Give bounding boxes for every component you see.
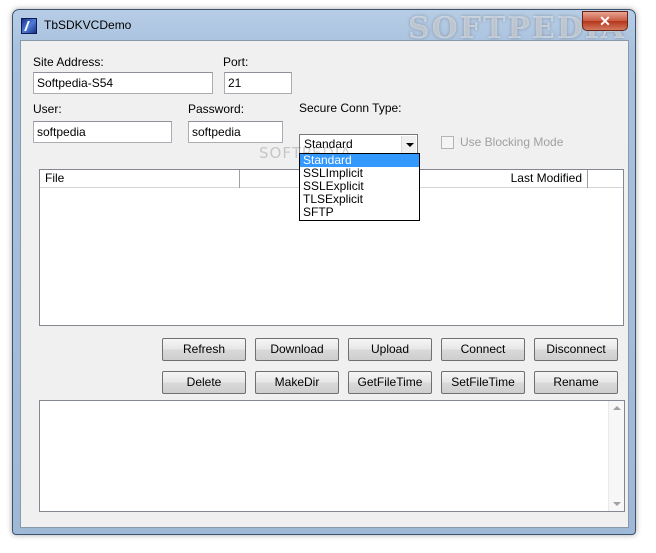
log-output[interactable]: [39, 400, 625, 512]
secure-conn-type-label: Secure Conn Type:: [299, 101, 402, 115]
site-address-input[interactable]: Softpedia-S54: [33, 72, 213, 94]
port-label: Port:: [223, 55, 249, 69]
title-bar[interactable]: TbSDKVCDemo SOFTPEDIA ✕: [13, 10, 635, 46]
checkbox-box[interactable]: [441, 135, 454, 149]
refresh-button[interactable]: Refresh: [162, 338, 246, 361]
chevron-down-icon[interactable]: [401, 136, 416, 153]
client-area: Site Address: Softpedia-S54 Port: 21 Use…: [20, 40, 629, 528]
makedir-button[interactable]: MakeDir: [255, 371, 339, 394]
user-label: User:: [33, 102, 62, 116]
upload-button[interactable]: Upload: [348, 338, 432, 361]
close-icon: ✕: [599, 13, 611, 29]
dropdown-option-sftp[interactable]: SFTP: [300, 206, 419, 219]
close-button[interactable]: ✕: [582, 11, 628, 31]
download-button[interactable]: Download: [255, 338, 339, 361]
blocking-mode-checkbox[interactable]: Use Blocking Mode: [441, 135, 563, 149]
password-input[interactable]: softpedia: [188, 121, 283, 143]
secure-conn-type-select[interactable]: Standard: [299, 134, 418, 155]
disconnect-button[interactable]: Disconnect: [534, 338, 618, 361]
window-title: TbSDKVCDemo: [44, 18, 132, 32]
password-label: Password:: [188, 102, 245, 116]
app-icon: [21, 18, 37, 34]
vertical-scrollbar[interactable]: [608, 401, 624, 511]
setfiletime-button[interactable]: SetFileTime: [441, 371, 525, 394]
blocking-mode-label: Use Blocking Mode: [460, 135, 564, 149]
port-input[interactable]: 21: [224, 72, 292, 94]
secure-conn-type-dropdown: Standard SSLImplicit SSLExplicit TLSExpl…: [299, 153, 420, 221]
rename-button[interactable]: Rename: [534, 371, 618, 394]
column-header-file[interactable]: File: [40, 170, 240, 188]
secure-conn-type-value: Standard: [304, 137, 353, 151]
delete-button[interactable]: Delete: [162, 371, 246, 394]
user-input[interactable]: softpedia: [33, 121, 172, 143]
scroll-up-icon[interactable]: [613, 406, 621, 410]
column-header-extra[interactable]: [588, 170, 623, 188]
site-address-label: Site Address:: [33, 55, 104, 69]
connect-button[interactable]: Connect: [441, 338, 525, 361]
getfiletime-button[interactable]: GetFileTime: [348, 371, 432, 394]
main-window: TbSDKVCDemo SOFTPEDIA ✕ Site Address: So…: [12, 9, 636, 535]
scroll-down-icon[interactable]: [613, 502, 621, 506]
